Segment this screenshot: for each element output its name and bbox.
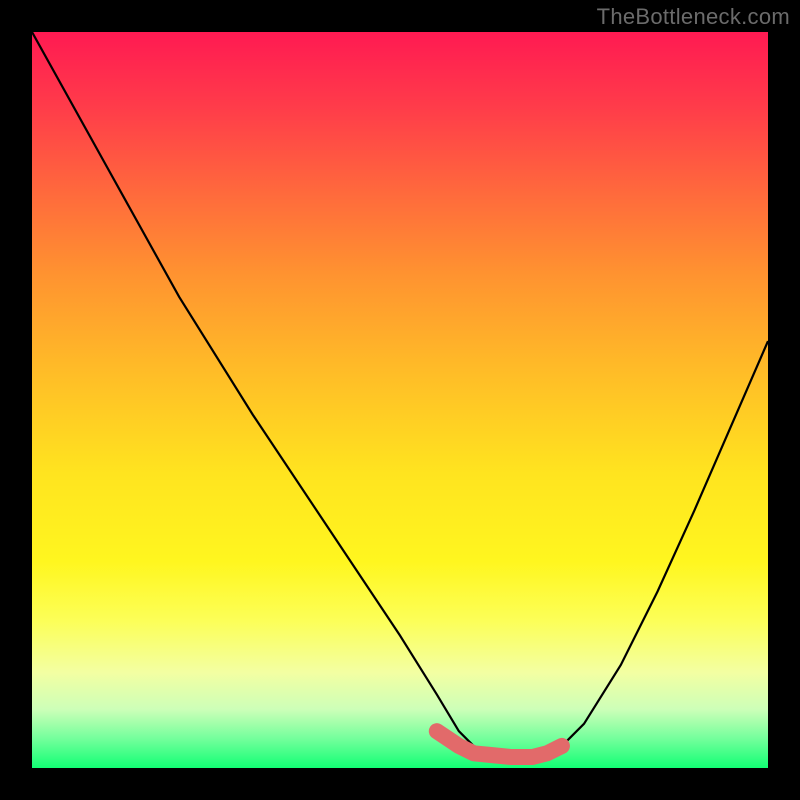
- highlight-band-path: [437, 731, 562, 757]
- bottleneck-curve-svg: [32, 32, 768, 768]
- chart-frame: TheBottleneck.com: [0, 0, 800, 800]
- watermark-text: TheBottleneck.com: [597, 4, 790, 30]
- bottleneck-curve-left: [32, 32, 510, 757]
- plot-area: [32, 32, 768, 768]
- bottleneck-curve-right: [510, 341, 768, 757]
